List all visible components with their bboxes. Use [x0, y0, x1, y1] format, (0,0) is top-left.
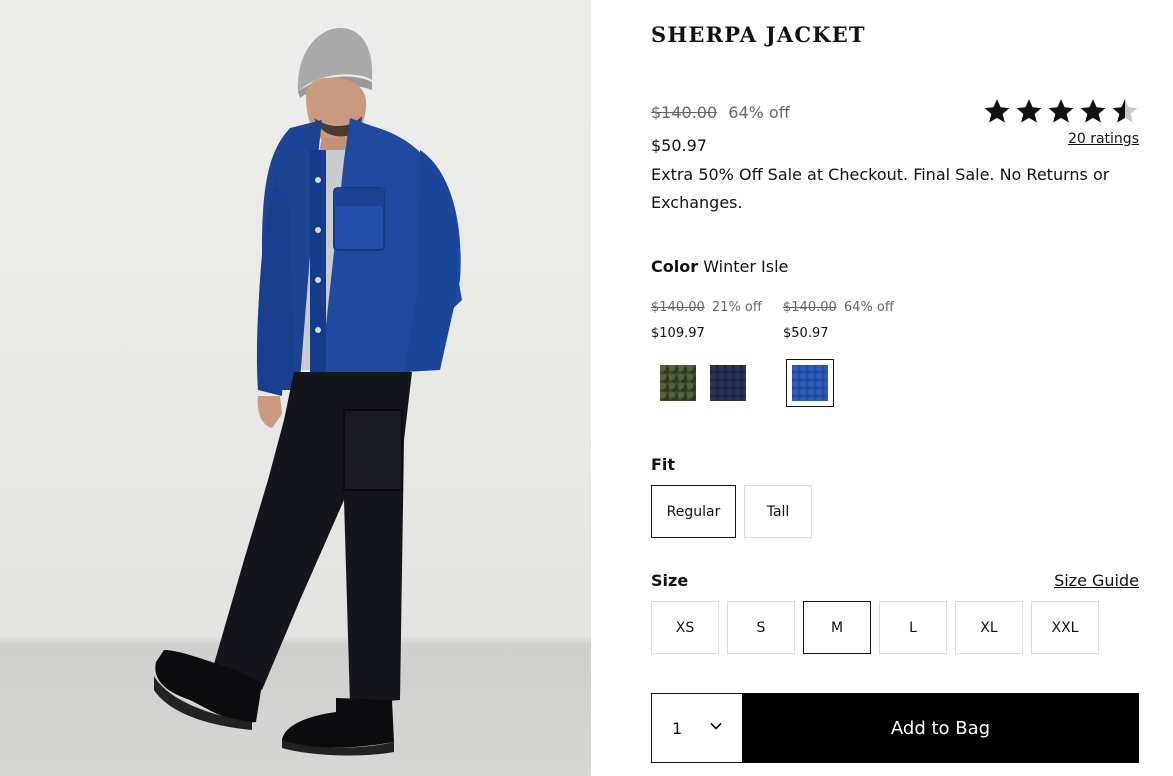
chevron-down-icon — [710, 722, 722, 730]
sale-price: $50.97 — [651, 136, 707, 155]
star-icon — [1048, 99, 1074, 123]
size-option-xl[interactable]: XL — [955, 601, 1023, 654]
star-icon — [1080, 99, 1106, 123]
promo-text: Extra 50% Off Sale at Checkout. Final Sa… — [651, 165, 1110, 212]
product-title: SHERPA JACKET — [651, 22, 866, 47]
color-swatch-navy[interactable] — [710, 365, 746, 401]
original-price: $140.00 — [651, 103, 718, 122]
star-half-icon — [1112, 99, 1138, 123]
star-icon — [1016, 99, 1042, 123]
price-row: $140.00 64% off — [651, 103, 790, 122]
selected-color: Winter Isle — [703, 257, 789, 276]
size-guide-link[interactable]: Size Guide — [1054, 571, 1139, 590]
swatch-fill — [792, 365, 828, 401]
variant-discount: 64% off — [843, 300, 894, 315]
color-swatch-winter-isle[interactable] — [786, 359, 834, 407]
size-option-m[interactable]: M — [803, 601, 871, 654]
color-swatch-olive[interactable] — [660, 365, 696, 401]
swatch-fill — [660, 365, 696, 401]
size-option-s[interactable]: S — [727, 601, 795, 654]
variant-price: $109.97 — [651, 326, 705, 341]
star-icon — [984, 99, 1010, 123]
ratings-link[interactable]: 20 ratings — [1068, 131, 1139, 147]
size-option-xs[interactable]: XS — [651, 601, 719, 654]
quantity-value: 1 — [672, 718, 683, 738]
color-label: Color Winter Isle — [651, 257, 788, 276]
rating-stars[interactable] — [983, 97, 1139, 125]
size-option-xxl[interactable]: XXL — [1031, 601, 1099, 654]
fit-label: Fit — [651, 455, 676, 474]
product-details: SHERPA JACKET $140.00 64% off $50.97 Ext… — [651, 0, 1139, 776]
variant-original-price: $140.00 — [651, 300, 705, 315]
discount-label: 64% off — [728, 103, 790, 122]
swatch-fill — [710, 365, 746, 401]
variant-price-1: $140.00 21% off $109.97 — [651, 295, 762, 347]
variant-price: $50.97 — [783, 326, 829, 341]
size-option-l[interactable]: L — [879, 601, 947, 654]
model-illustration — [154, 28, 462, 756]
product-image — [0, 0, 591, 776]
fit-option-regular[interactable]: Regular — [651, 485, 736, 538]
variant-discount: 21% off — [711, 300, 762, 315]
variant-original-price: $140.00 — [783, 300, 837, 315]
color-label-title: Color — [651, 257, 699, 276]
quantity-select[interactable]: 1 — [651, 693, 743, 763]
fit-option-tall[interactable]: Tall — [744, 485, 812, 538]
size-label: Size — [651, 571, 689, 590]
add-to-bag-button[interactable]: Add to Bag — [742, 693, 1139, 763]
variant-price-2: $140.00 64% off $50.97 — [783, 295, 894, 347]
